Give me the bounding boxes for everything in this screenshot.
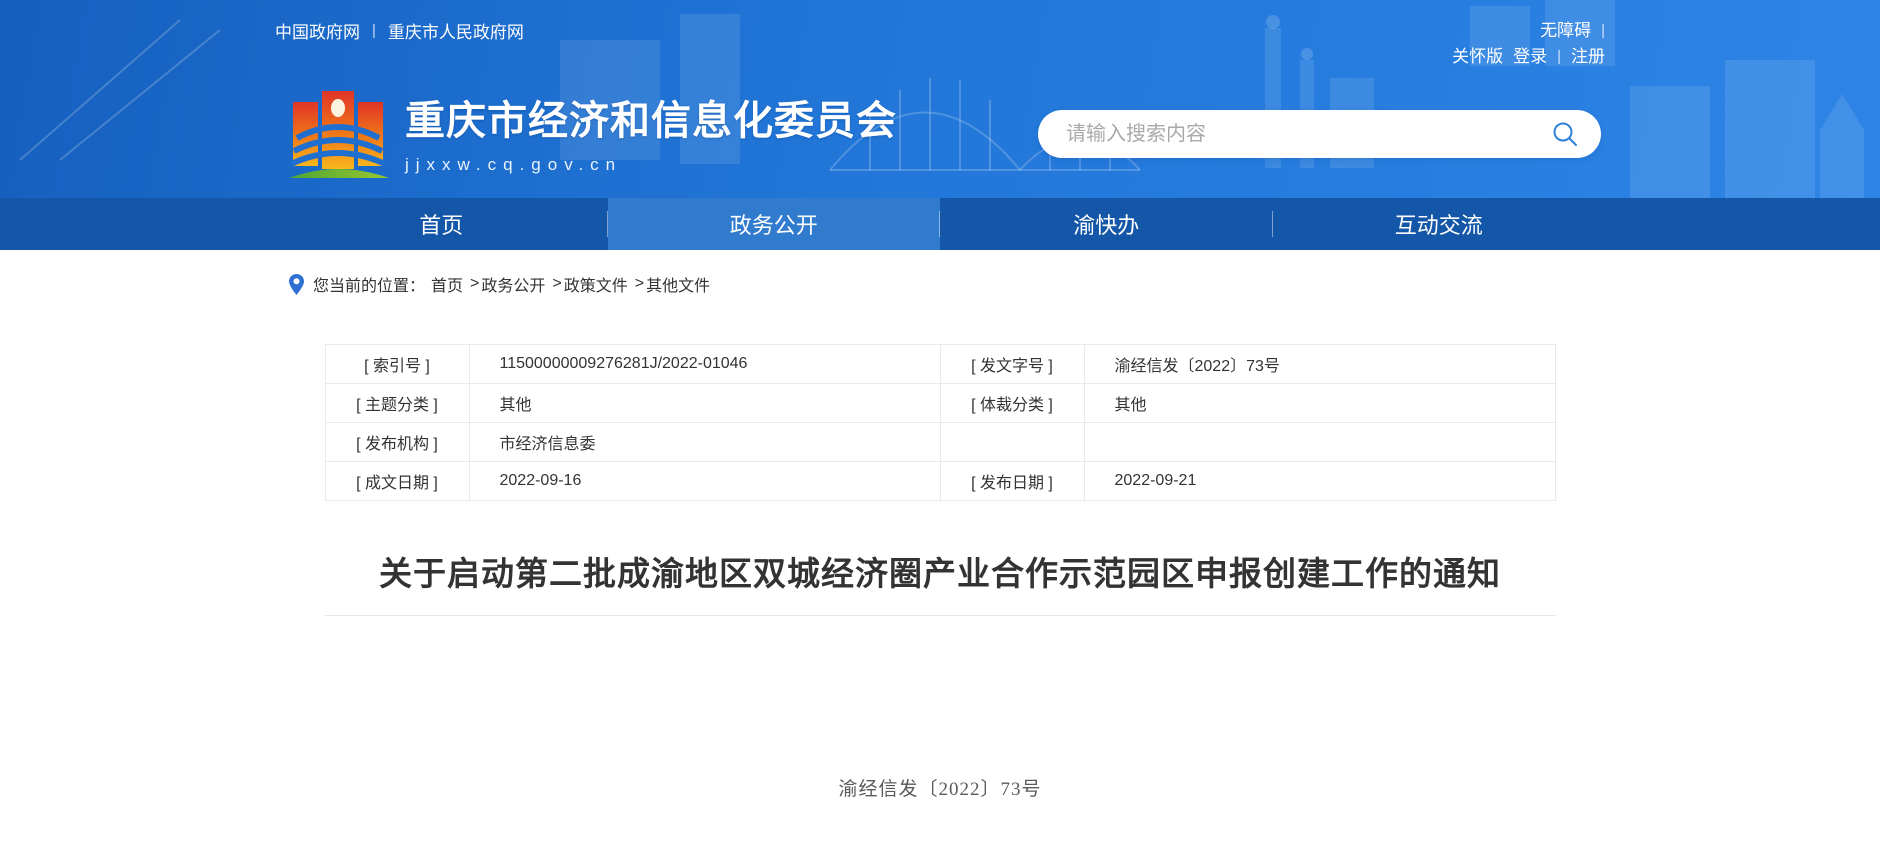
doc-symbol-value: 渝经信发〔2022〕73号 xyxy=(1083,344,1556,384)
index-no-label: [ 索引号 ] xyxy=(324,344,470,384)
search-box xyxy=(1038,110,1601,158)
genre-category-value: 其他 xyxy=(1083,383,1556,423)
care-version-link[interactable]: 关怀版 xyxy=(1452,44,1503,70)
breadcrumb-separator: > xyxy=(552,275,562,292)
brand-block: 重庆市经济和信息化委员会 jjxxw.cq.gov.cn xyxy=(289,86,897,178)
doc-symbol-label: [ 发文字号 ] xyxy=(939,344,1085,384)
divider: | xyxy=(372,22,376,39)
table-row: [ 索引号 ] 11500000009276281J/2022-01046 [ … xyxy=(324,344,1556,384)
issuing-org-value: 市经济信息委 xyxy=(468,422,941,462)
topbar-link-cq-gov[interactable]: 重庆市人民政府网 xyxy=(388,18,524,43)
breadcrumb: 您当前的位置： 首页 > 政务公开 > 政策文件 > 其他文件 xyxy=(275,272,1605,296)
page-title: 关于启动第二批成渝地区双城经济圈产业合作示范园区申报创建工作的通知 xyxy=(379,555,1501,592)
genre-category-label: [ 体裁分类 ] xyxy=(939,383,1085,423)
publish-date-value: 2022-09-21 xyxy=(1083,461,1556,501)
title-divider xyxy=(324,615,1556,616)
table-row: [ 主题分类 ] 其他 [ 体裁分类 ] 其他 xyxy=(324,383,1556,423)
topbar-link-china-gov[interactable]: 中国政府网 xyxy=(275,18,360,43)
breadcrumb-link-home[interactable]: 首页 xyxy=(431,272,463,296)
breadcrumb-separator: > xyxy=(634,275,645,292)
register-link[interactable]: 注册 xyxy=(1571,44,1605,70)
table-row: [ 成文日期 ] 2022-09-16 [ 发布日期 ] 2022-09-21 xyxy=(324,461,1556,501)
empty-label-cell xyxy=(939,422,1085,462)
empty-value-cell xyxy=(1083,422,1556,462)
site-logo[interactable] xyxy=(289,86,389,178)
site-url: jjxxw.cq.gov.cn xyxy=(405,155,623,174)
breadcrumb-prefix: 您当前的位置： xyxy=(313,278,426,295)
nav-tab-interaction[interactable]: 互动交流 xyxy=(1273,198,1606,250)
search-input[interactable] xyxy=(1066,122,1551,146)
breadcrumb-link-other-documents[interactable]: 其他文件 xyxy=(646,272,710,296)
written-date-label: [ 成文日期 ] xyxy=(324,461,470,501)
publish-date-label: [ 发布日期 ] xyxy=(939,461,1085,501)
site-name[interactable]: 重庆市经济和信息化委员会 xyxy=(405,88,897,146)
search-icon xyxy=(1553,122,1577,146)
topic-category-value: 其他 xyxy=(468,383,941,423)
breadcrumb-link-government-affairs[interactable]: 政务公开 xyxy=(481,272,545,296)
accessibility-link[interactable]: 无障碍 xyxy=(1540,18,1591,44)
divider: | xyxy=(1601,22,1605,39)
issuing-org-label: [ 发布机构 ] xyxy=(324,422,470,462)
nav-tab-home[interactable]: 首页 xyxy=(275,198,608,250)
nav-tab-government-affairs[interactable]: 政务公开 xyxy=(607,198,940,250)
location-pin-icon xyxy=(289,273,304,295)
breadcrumb-link-policy-documents[interactable]: 政策文件 xyxy=(564,272,628,296)
main-content: 您当前的位置： 首页 > 政务公开 > 政策文件 > 其他文件 [ 索引号 ] … xyxy=(275,250,1605,801)
search-button[interactable] xyxy=(1551,120,1579,148)
written-date-value: 2022-09-16 xyxy=(468,461,941,501)
topbar: 中国政府网 | 重庆市人民政府网 无障碍 | 关怀版 登录 | 注册 xyxy=(275,0,1605,70)
topic-category-label: [ 主题分类 ] xyxy=(324,383,470,423)
site-header: 中国政府网 | 重庆市人民政府网 无障碍 | 关怀版 登录 | 注册 重庆市经济… xyxy=(0,0,1880,198)
login-link[interactable]: 登录 xyxy=(1513,44,1547,70)
main-nav: 首页 政务公开 渝快办 互动交流 xyxy=(0,198,1880,250)
breadcrumb-separator: > xyxy=(470,275,480,292)
document-meta-table: [ 索引号 ] 11500000009276281J/2022-01046 [ … xyxy=(324,344,1556,501)
divider: | xyxy=(1557,48,1561,65)
index-no-value: 11500000009276281J/2022-01046 xyxy=(468,344,941,384)
doc-number: 渝经信发〔2022〕73号 xyxy=(838,779,1042,800)
nav-tab-yukuaiban[interactable]: 渝快办 xyxy=(940,198,1273,250)
table-row: [ 发布机构 ] 市经济信息委 xyxy=(324,422,1556,462)
